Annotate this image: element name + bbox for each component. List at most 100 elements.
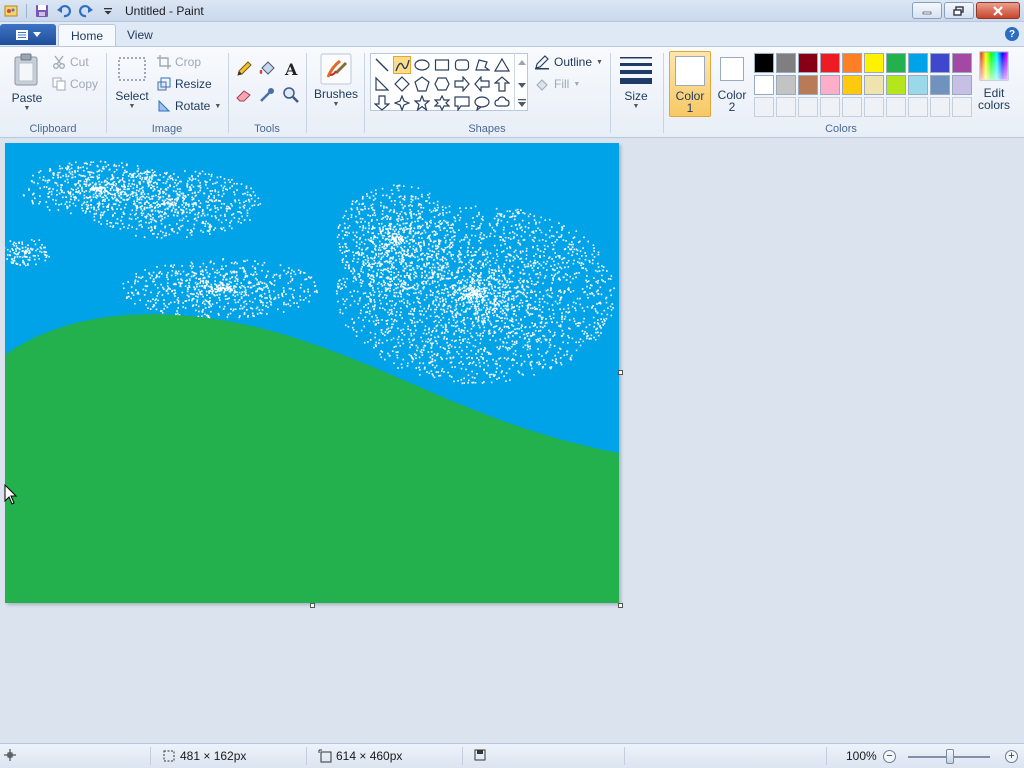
copy-button[interactable]: Copy [52,75,98,93]
pencil-icon[interactable] [234,59,254,79]
size-button[interactable]: Size ▼ [616,55,656,110]
palette-swatch[interactable] [842,75,862,95]
cut-button[interactable]: Cut [52,53,89,71]
shapes-scroll[interactable] [514,53,528,111]
canvas-resize-handle-corner[interactable] [618,603,623,608]
rounded-rectangle-shape-icon[interactable] [453,56,471,74]
diamond-shape-icon[interactable] [393,75,411,93]
restore-button[interactable] [944,2,974,19]
rectangle-shape-icon[interactable] [433,56,451,74]
group-separator [610,53,611,133]
hexagon-shape-icon[interactable] [433,75,451,93]
copy-icon [52,77,66,91]
chevron-down-icon: ▼ [128,103,136,110]
palette-empty-swatch[interactable] [952,97,972,117]
drawing-canvas[interactable] [5,143,619,603]
up-arrow-shape-icon[interactable] [493,75,511,93]
palette-swatch[interactable] [820,75,840,95]
tab-home[interactable]: Home [58,24,117,46]
zoom-slider-thumb[interactable] [946,749,954,764]
palette-empty-swatch[interactable] [864,97,884,117]
close-button[interactable] [976,2,1020,19]
palette-swatch[interactable] [864,53,884,73]
palette-swatch[interactable] [952,75,972,95]
palette-swatch[interactable] [842,53,862,73]
right-triangle-shape-icon[interactable] [373,75,391,93]
zoom-in-button[interactable]: + [1005,750,1018,763]
redo-icon[interactable] [77,2,95,20]
left-arrow-shape-icon[interactable] [473,75,491,93]
outline-button[interactable]: Outline ▼ [534,53,603,71]
palette-empty-swatch[interactable] [820,97,840,117]
zoom-out-button[interactable]: − [883,750,896,763]
palette-swatch[interactable] [754,75,774,95]
help-icon[interactable]: ? [1005,27,1019,41]
cloud-callout-shape-icon[interactable] [493,94,511,112]
palette-empty-swatch[interactable] [776,97,796,117]
palette-swatch[interactable] [864,75,884,95]
canvas-resize-handle-bottom[interactable] [310,603,315,608]
right-arrow-shape-icon[interactable] [453,75,471,93]
line-shape-icon[interactable] [373,56,391,74]
four-point-star-shape-icon[interactable] [393,94,411,112]
palette-swatch[interactable] [798,75,818,95]
color2-selector[interactable]: Color 2 [713,51,751,117]
customize-dropdown-icon[interactable] [99,2,117,20]
application-menu-button[interactable] [0,24,56,45]
palette-empty-swatch[interactable] [754,97,774,117]
palette-swatch[interactable] [776,53,796,73]
text-icon[interactable]: A [281,59,301,79]
palette-empty-swatch[interactable] [930,97,950,117]
pentagon-shape-icon[interactable] [413,75,431,93]
palette-swatch[interactable] [952,53,972,73]
select-button[interactable]: Select ▼ [114,55,150,110]
colors-group-label: Colors [825,123,857,135]
curve-shape-icon[interactable] [393,56,411,74]
palette-swatch[interactable] [798,53,818,73]
quick-access-toolbar [2,2,117,20]
palette-swatch[interactable] [776,75,796,95]
crop-button[interactable]: Crop [157,53,201,71]
fill-bucket-icon[interactable] [257,59,277,79]
tab-view[interactable]: View [115,24,165,46]
palette-empty-swatch[interactable] [886,97,906,117]
oval-shape-icon[interactable] [413,56,431,74]
rotate-button[interactable]: Rotate ▼ [157,97,221,115]
polygon-shape-icon[interactable] [473,56,491,74]
resize-button[interactable]: Resize [157,75,212,93]
palette-swatch[interactable] [908,75,928,95]
color1-selector[interactable]: Color 1 [669,51,711,117]
palette-swatch[interactable] [754,53,774,73]
palette-swatch[interactable] [886,53,906,73]
palette-swatch[interactable] [930,53,950,73]
down-arrow-shape-icon[interactable] [373,94,391,112]
palette-swatch[interactable] [886,75,906,95]
palette-empty-swatch[interactable] [798,97,818,117]
oval-callout-shape-icon[interactable] [473,94,491,112]
paint-app-icon[interactable] [2,2,20,20]
color-spectrum-icon [979,51,1009,81]
palette-swatch[interactable] [820,53,840,73]
undo-icon[interactable] [55,2,73,20]
paste-label: Paste [11,91,43,105]
palette-swatch[interactable] [908,53,928,73]
save-icon[interactable] [33,2,51,20]
five-point-star-shape-icon[interactable] [413,94,431,112]
minimize-button[interactable] [912,2,942,19]
rect-callout-shape-icon[interactable] [453,94,471,112]
palette-empty-swatch[interactable] [842,97,862,117]
paste-button[interactable]: Paste ▼ [8,53,46,112]
triangle-shape-icon[interactable] [493,56,511,74]
color-picker-icon[interactable] [257,85,277,105]
fill-button[interactable]: Fill ▼ [534,75,580,93]
canvas-resize-handle-right[interactable] [618,370,623,375]
eraser-icon[interactable] [234,85,254,105]
magnifier-icon[interactable] [281,85,301,105]
palette-empty-swatch[interactable] [908,97,928,117]
palette-swatch[interactable] [930,75,950,95]
edit-colors-button[interactable]: Edit colors [974,51,1014,111]
brushes-button[interactable]: Brushes ▼ [312,53,360,108]
six-point-star-shape-icon[interactable] [433,94,451,112]
canvas-workspace[interactable] [0,138,1024,743]
status-separator [624,747,625,765]
